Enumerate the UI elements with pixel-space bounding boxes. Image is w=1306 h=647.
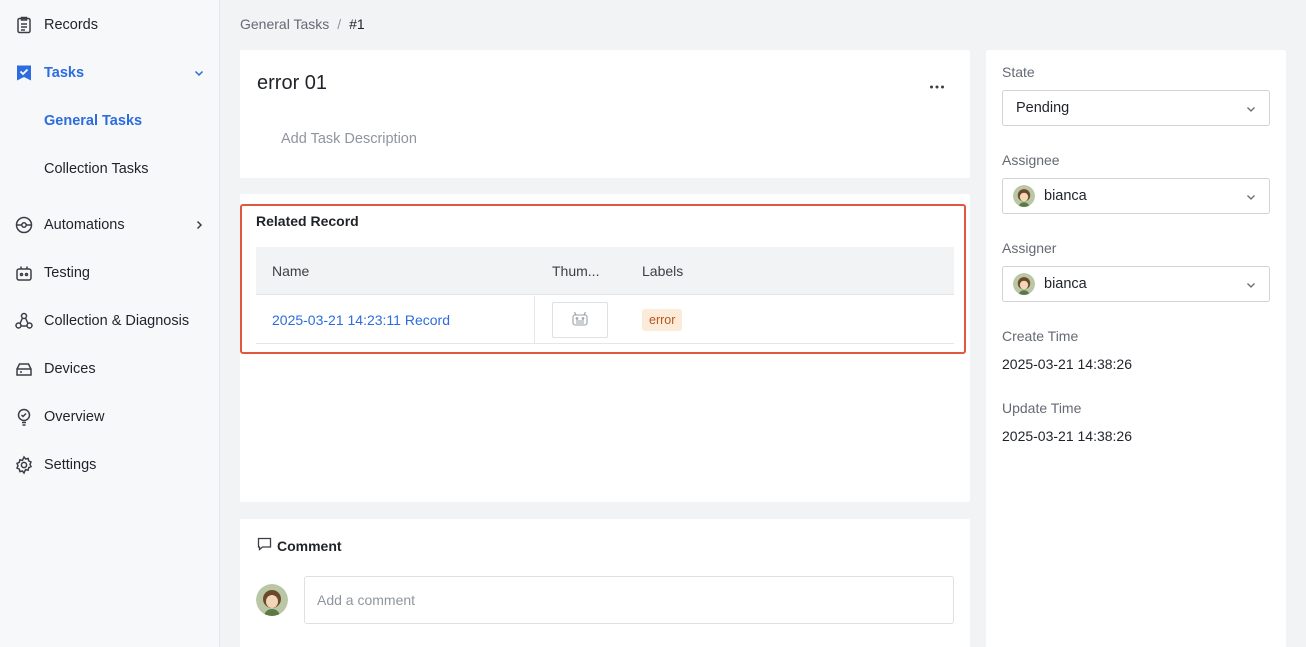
assigner-value: bianca (1044, 276, 1087, 292)
comment-header: Comment (257, 537, 342, 554)
chevron-right-icon (193, 219, 205, 231)
record-thumbnail[interactable] (552, 302, 608, 338)
breadcrumb-parent-link[interactable]: General Tasks (240, 16, 329, 32)
state-label: State (1002, 64, 1035, 80)
comment-bubble-icon (257, 537, 272, 554)
sidebar-item-devices[interactable]: Devices (0, 349, 219, 389)
assignee-label: Assignee (1002, 152, 1060, 168)
column-divider (534, 296, 535, 344)
sidebar-item-overview[interactable]: Overview (0, 397, 219, 437)
sidebar-item-label: Collection Tasks (44, 161, 149, 177)
sidebar: Records Tasks General Tasks Collection T… (0, 0, 220, 647)
create-time-label: Create Time (1002, 328, 1079, 344)
sidebar-item-general-tasks[interactable]: General Tasks (0, 101, 219, 141)
comment-input[interactable] (304, 576, 954, 624)
avatar (1013, 273, 1035, 295)
testing-icon (14, 263, 34, 283)
sidebar-item-automations[interactable]: Automations (0, 205, 219, 245)
more-dots-icon (929, 76, 945, 92)
column-header-name[interactable]: Name (272, 263, 309, 279)
breadcrumb-current: #1 (349, 16, 365, 32)
breadcrumb-separator: / (337, 16, 342, 32)
label-tag: error (642, 309, 683, 331)
chevron-down-icon (1245, 191, 1257, 203)
chevron-down-icon (1245, 279, 1257, 291)
create-time-value: 2025-03-21 14:38:26 (1002, 356, 1132, 372)
diagnosis-icon (14, 311, 34, 331)
sidebar-item-label: Records (44, 17, 98, 33)
table-header: Name Thum... Labels (256, 247, 954, 295)
state-select[interactable]: Pending (1002, 90, 1270, 126)
avatar (1013, 185, 1035, 207)
sidebar-item-label: Overview (44, 409, 105, 425)
sidebar-item-testing[interactable]: Testing (0, 253, 219, 293)
sidebar-item-collection-diagnosis[interactable]: Collection & Diagnosis (0, 301, 219, 341)
sidebar-item-label: General Tasks (44, 113, 143, 129)
avatar (256, 584, 288, 616)
chevron-down-icon (193, 67, 205, 79)
assignee-select[interactable]: bianca (1002, 178, 1270, 214)
clipboard-icon (14, 15, 34, 35)
sidebar-item-collection-tasks[interactable]: Collection Tasks (0, 149, 219, 189)
details-panel (986, 50, 1286, 647)
comment-title: Comment (277, 537, 342, 554)
column-header-thumbnail[interactable]: Thum... (552, 263, 599, 279)
sidebar-item-records[interactable]: Records (0, 5, 219, 45)
device-icon (14, 359, 34, 379)
state-value: Pending (1016, 100, 1070, 116)
task-check-icon (14, 63, 34, 83)
sidebar-item-label: Tasks (44, 65, 85, 81)
column-header-labels[interactable]: Labels (642, 263, 683, 279)
chevron-down-icon (1245, 103, 1257, 115)
assigner-label: Assigner (1002, 240, 1057, 256)
record-link[interactable]: 2025-03-21 14:23:11 Record (272, 312, 450, 328)
sidebar-item-label: Collection & Diagnosis (44, 313, 190, 329)
sidebar-item-label: Testing (44, 265, 90, 281)
related-record-title: Related Record (256, 213, 359, 229)
more-options-button[interactable] (924, 72, 950, 96)
assignee-value: bianca (1044, 188, 1087, 204)
table-row: 2025-03-21 14:23:11 Record error (256, 296, 954, 344)
automation-icon (14, 215, 34, 235)
overview-icon (14, 407, 34, 427)
breadcrumb: General Tasks / #1 (240, 15, 365, 33)
task-title[interactable]: error 01 (257, 72, 327, 95)
sidebar-item-label: Devices (44, 361, 96, 377)
gear-icon (14, 455, 34, 475)
sidebar-item-label: Settings (44, 457, 97, 473)
task-header-card (240, 50, 970, 178)
sidebar-item-tasks[interactable]: Tasks (0, 53, 219, 93)
robot-icon (570, 310, 590, 331)
sidebar-item-settings[interactable]: Settings (0, 445, 219, 485)
assigner-select[interactable]: bianca (1002, 266, 1270, 302)
update-time-value: 2025-03-21 14:38:26 (1002, 428, 1132, 444)
sidebar-item-label: Automations (44, 217, 125, 233)
update-time-label: Update Time (1002, 400, 1082, 416)
task-description-input[interactable]: Add Task Description (281, 131, 417, 147)
